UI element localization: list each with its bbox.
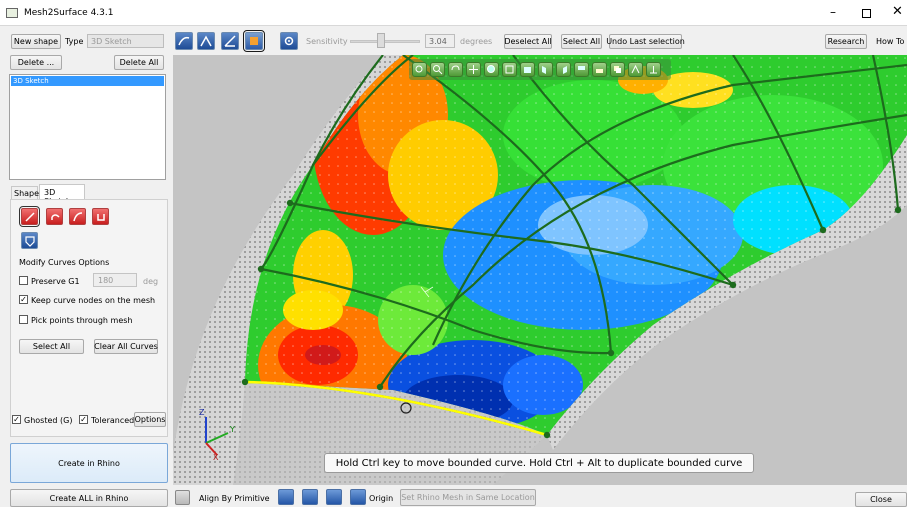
curve-tool-1-icon[interactable] (175, 32, 193, 50)
zoom-icon[interactable] (430, 62, 445, 77)
sensitivity-label: Sensitivity (306, 37, 348, 46)
zoom-extents-icon[interactable] (412, 62, 427, 77)
ghosted-checkbox[interactable]: ✓ (12, 415, 21, 424)
type-label: Type (65, 37, 84, 46)
pan-icon[interactable] (466, 62, 481, 77)
view-top-icon[interactable] (520, 62, 535, 77)
view-iso-icon[interactable] (610, 62, 625, 77)
modify-curves-label: Modify Curves Options (19, 258, 110, 267)
toleranced-checkbox[interactable]: ✓ (79, 415, 88, 424)
axis-x-label: X (213, 453, 219, 462)
preserve-g1-label: Preserve G1 (31, 277, 80, 286)
deselect-all-button[interactable]: Deselect All (504, 34, 552, 49)
keep-nodes-label: Keep curve nodes on the mesh (31, 296, 156, 305)
ghosted-label: Ghosted (G) (24, 416, 73, 425)
list-item[interactable]: 3D Sketch (11, 76, 164, 86)
shield-tool-icon[interactable] (21, 232, 38, 249)
howto-link[interactable]: How To (876, 37, 904, 46)
close-button[interactable]: Close (855, 492, 907, 507)
pick-points-label: Pick points through mesh (31, 316, 133, 325)
select-all-top-button[interactable]: Select All (561, 34, 602, 49)
origin-tool-1-icon[interactable] (278, 489, 294, 505)
deg-label: deg (143, 277, 159, 286)
axis-y-label: Y (230, 425, 235, 434)
align-primitive-icon[interactable] (175, 490, 190, 505)
view-right-icon[interactable] (556, 62, 571, 77)
delete-button[interactable]: Delete ... (10, 55, 62, 70)
type-field[interactable]: 3D Sketch (87, 34, 164, 48)
sensitivity-slider[interactable] (350, 40, 420, 43)
minimize-button[interactable]: – (830, 5, 836, 19)
curve-tool-2-icon[interactable] (197, 32, 215, 50)
view-axis-icon[interactable] (646, 62, 661, 77)
hint-tooltip: Hold Ctrl key to move bounded curve. Hol… (324, 453, 754, 473)
toleranced-label: Toleranced (91, 416, 135, 425)
undo-curve-icon[interactable] (46, 208, 63, 225)
select-all-curves-button[interactable]: Select All (19, 339, 84, 354)
curve-tool-3-icon[interactable] (221, 32, 239, 50)
gear-icon[interactable] (280, 32, 298, 50)
draw-curve-icon[interactable] (19, 206, 40, 227)
keep-nodes-checkbox[interactable]: ✓ (19, 295, 28, 304)
origin-tool-3-icon[interactable] (326, 489, 342, 505)
create-in-rhino-button[interactable]: Create in Rhino (10, 443, 168, 483)
maximize-button[interactable] (862, 9, 871, 18)
set-rhino-mesh-button[interactable]: Set Rhino Mesh in Same Location (400, 489, 536, 506)
sensitivity-value-field[interactable]: 3.04 (425, 34, 455, 48)
axis-z-label: Z (199, 408, 205, 417)
view-front-icon[interactable] (502, 62, 517, 77)
new-shape-button[interactable]: New shape (11, 34, 61, 49)
shape-list[interactable]: 3D Sketch (9, 74, 166, 180)
app-icon (6, 8, 18, 18)
origin-axis-icon[interactable] (350, 489, 366, 505)
bucket-curve-icon[interactable] (92, 208, 109, 225)
preserve-g1-field[interactable]: 180 (93, 273, 137, 287)
window-title: Mesh2Surface 4.3.1 (24, 8, 114, 18)
pick-points-checkbox[interactable] (19, 315, 28, 324)
view-perspective-icon[interactable] (628, 62, 643, 77)
rotate-icon[interactable] (448, 62, 463, 77)
title-bar: Mesh2Surface 4.3.1 – ✕ (0, 0, 907, 26)
align-primitive-label[interactable]: Align By Primitive (199, 494, 270, 503)
degrees-label: degrees (460, 37, 493, 46)
delete-all-button[interactable]: Delete All (114, 55, 164, 70)
preserve-g1-checkbox[interactable] (19, 276, 28, 285)
arc-curve-icon[interactable] (69, 208, 86, 225)
view-back-icon[interactable] (574, 62, 589, 77)
origin-tool-2-icon[interactable] (302, 489, 318, 505)
zoom-window-icon[interactable] (484, 62, 499, 77)
view-left-icon[interactable] (538, 62, 553, 77)
tab-3d-sketch[interactable]: 3D Sketch (39, 184, 85, 206)
view-bottom-icon[interactable] (592, 62, 607, 77)
close-window-button[interactable]: ✕ (892, 4, 903, 19)
mesh-render (173, 55, 907, 485)
options-button[interactable]: Options (134, 412, 166, 427)
research-button[interactable]: Research (825, 34, 867, 49)
clear-all-curves-button[interactable]: Clear All Curves (94, 339, 158, 354)
create-all-in-rhino-button[interactable]: Create ALL in Rhino (10, 489, 168, 507)
undo-selection-button[interactable]: Undo Last selection (606, 34, 685, 49)
curve-tool-4-icon[interactable] (243, 30, 265, 52)
sensitivity-slider-handle[interactable] (377, 33, 385, 48)
origin-label[interactable]: Origin (369, 494, 393, 503)
3d-viewport[interactable]: Z Y X Hold Ctrl key to move bounded curv… (173, 55, 907, 485)
tab-shape[interactable]: Shape (11, 186, 39, 199)
